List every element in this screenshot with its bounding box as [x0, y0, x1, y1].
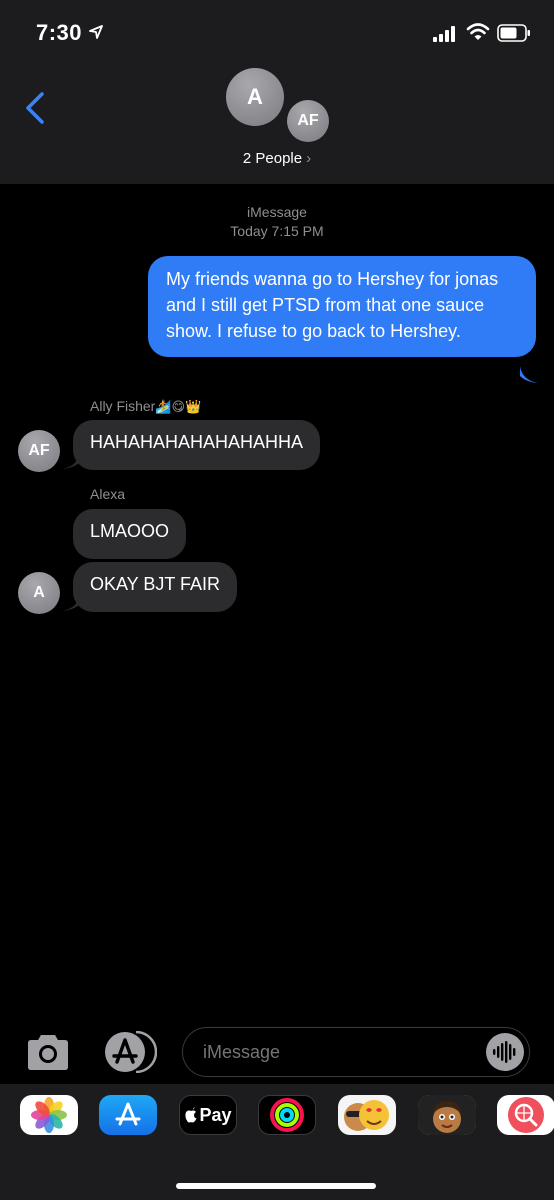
location-arrow-icon: [89, 25, 103, 39]
app-store-button[interactable]: [103, 1030, 158, 1074]
conversation-timestamp: Today 7:15 PM: [230, 223, 324, 239]
chevron-left-icon: [26, 92, 44, 124]
app-store-icon: [105, 1030, 158, 1074]
memoji-stickers-app-button[interactable]: [338, 1095, 396, 1135]
activity-rings-icon: [270, 1098, 304, 1132]
sender-name: Ally Fisher🏄😋👑: [90, 398, 201, 415]
memoji-stickers-icon: [344, 1100, 389, 1131]
search-globe-icon: [508, 1097, 544, 1133]
camera-icon: [28, 1035, 68, 1070]
participant-avatar-af[interactable]: AF: [287, 100, 329, 142]
group-label: 2 People: [242, 150, 303, 167]
audio-message-button[interactable]: [486, 1033, 524, 1071]
back-button[interactable]: [22, 90, 52, 126]
participant-avatar-a[interactable]: A: [226, 68, 284, 126]
cellular-signal-icon: [433, 26, 455, 42]
group-details-link[interactable]: 2 People ›: [0, 150, 554, 167]
apple-pay-app-button[interactable]: Pay: [179, 1095, 237, 1135]
wifi-icon: [466, 23, 490, 40]
sent-bubble-tail: [520, 366, 538, 383]
message-input-container[interactable]: [182, 1027, 530, 1077]
app-store-app-button[interactable]: [99, 1095, 157, 1135]
message-input[interactable]: [203, 1042, 463, 1063]
apple-pay-label: Pay: [199, 1104, 232, 1125]
app-store-icon: [115, 1102, 141, 1126]
activity-app-button[interactable]: [258, 1095, 316, 1135]
audio-waveform-icon: [493, 1041, 516, 1063]
sender-emoji: 🏄😋👑: [155, 399, 202, 414]
received-message-bubble[interactable]: LMAOOO: [73, 509, 187, 559]
photos-icon: [31, 1097, 67, 1133]
sender-name-ally: Ally Fisher: [90, 398, 156, 414]
service-label: iMessage: [247, 204, 307, 220]
chevron-right-icon: ›: [306, 150, 312, 167]
sent-message-bubble[interactable]: My friends wanna go to Hershey for jonas…: [148, 256, 536, 357]
conversation-header: 7:30 A AF 2 People ›: [0, 0, 554, 184]
received-message-bubble[interactable]: OKAY BJT FAIR: [73, 562, 238, 612]
sender-avatar-a[interactable]: A: [18, 572, 60, 614]
status-time: 7:30: [36, 20, 83, 45]
image-search-app-button[interactable]: [497, 1095, 554, 1135]
home-indicator[interactable]: [176, 1183, 376, 1189]
animoji-app-button[interactable]: [418, 1095, 476, 1135]
apple-logo-icon: [185, 1107, 197, 1123]
sender-name-alexa: Alexa: [90, 486, 126, 502]
photos-app-button[interactable]: [20, 1095, 78, 1135]
sender-avatar-af[interactable]: AF: [18, 430, 60, 472]
received-message-bubble[interactable]: HAHAHAHAHAHAHAHHA: [73, 420, 321, 470]
memoji-face-icon: [418, 1095, 476, 1135]
battery-icon: [497, 24, 530, 42]
camera-button[interactable]: [24, 1033, 72, 1073]
